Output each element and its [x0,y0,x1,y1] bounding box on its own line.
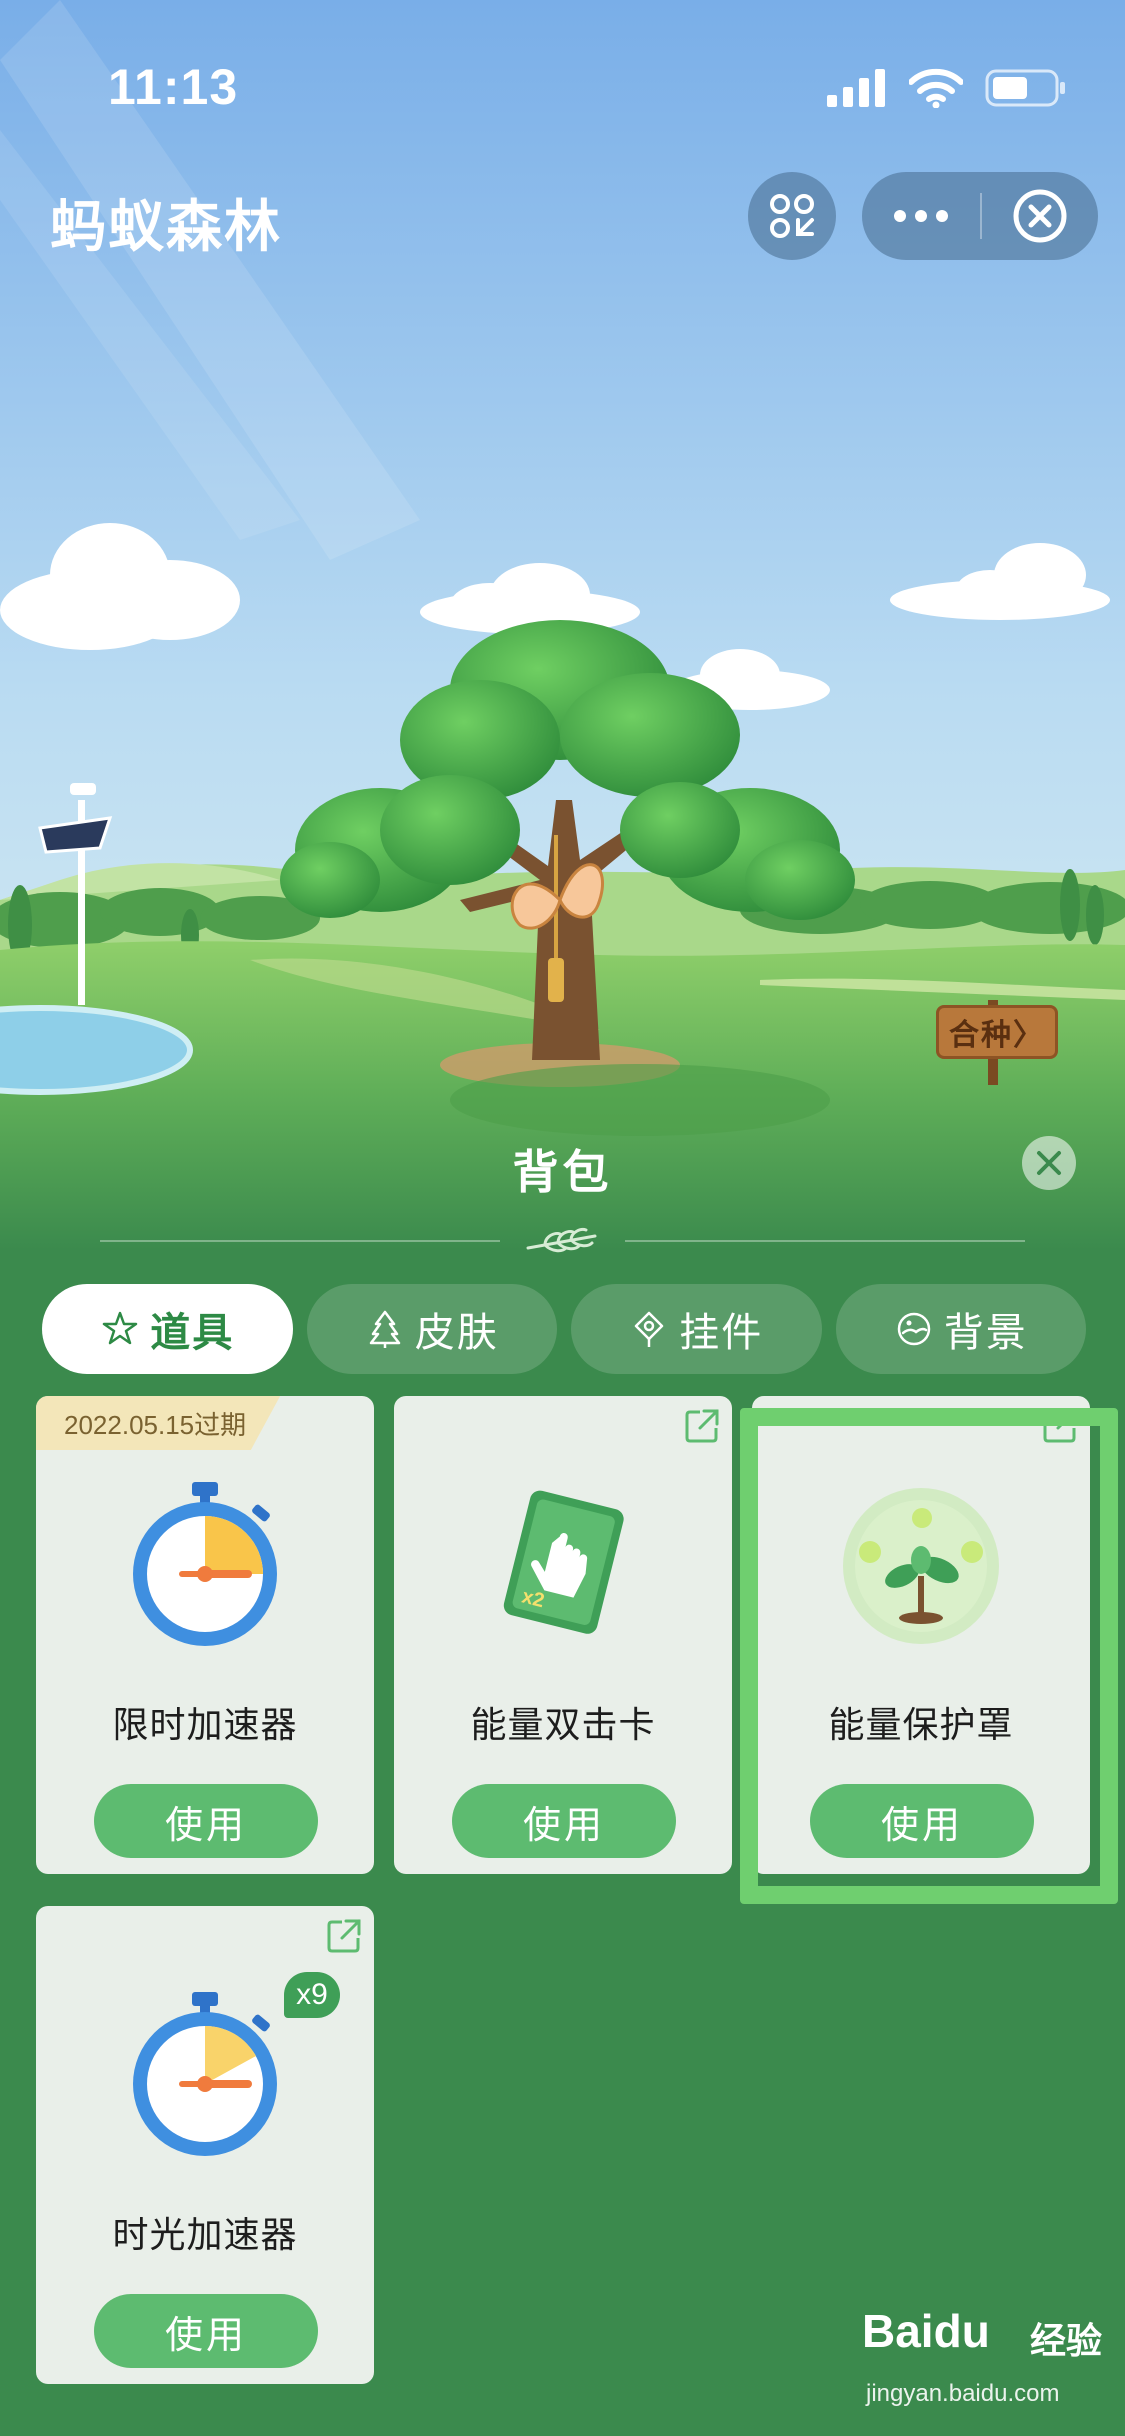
item-card[interactable]: x2 能量双击卡 使用 [394,1396,732,1874]
watermark-brand: Baidu [862,2304,990,2358]
item-name: 时光加速器 [112,2215,298,2256]
item-card[interactable]: x9 时光加速器 使用 [36,1906,374,2384]
status-bar: 11:13 [0,0,1125,150]
item-name: 能量双击卡 [470,1705,656,1746]
baidu-watermark: Baidu 经验 jingyan.baidu.com [862,2304,1102,2414]
item-card[interactable]: 能量保护罩 使用 [752,1396,1090,1874]
battery-icon [985,69,1065,107]
tab-pendants[interactable]: 挂件 [571,1284,822,1374]
watermark-brand-paw: du [933,2305,990,2357]
stopwatch-icon [133,1992,277,2156]
tab-label: 挂件 [679,1310,764,1356]
backpack-tabs: 道具 皮肤 挂件 背景 [42,1284,1086,1374]
status-icons [827,64,1067,112]
landscape-icon [897,1312,930,1346]
use-button[interactable]: 使用 [94,1784,318,1858]
close-mini-program-button[interactable] [982,172,1098,260]
scan-grid-icon [770,194,814,238]
co-plant-sign[interactable]: 合种〉 [936,1005,1058,1059]
tab-props[interactable]: 道具 [42,1284,293,1374]
item-card[interactable]: 2022.05.15过期 限时加速器 使用 [36,1396,374,1874]
count-badge: x9 [284,1972,340,2018]
close-circle-icon [1013,189,1067,243]
tab-skins[interactable]: 皮肤 [306,1284,557,1374]
status-time: 11:13 [108,59,239,115]
tab-backgrounds[interactable]: 背景 [835,1284,1086,1374]
use-button[interactable]: 使用 [94,2294,318,2368]
item-name: 能量保护罩 [828,1705,1014,1746]
co-plant-label: 合种〉 [949,1018,1045,1053]
watermark-brand-text: Bai [862,2305,934,2357]
backpack-title: 背包 [512,1145,613,1199]
energy-shield-icon [843,1488,999,1644]
share-icon[interactable] [682,1406,722,1446]
tab-label: 背景 [943,1310,1028,1356]
more-button[interactable] [862,172,980,260]
backpack-close-button[interactable] [1022,1136,1076,1190]
expire-tag: 2022.05.15过期 [36,1396,281,1450]
pendant-icon [635,1311,664,1347]
stopwatch-icon [133,1482,277,1646]
share-icon[interactable] [1040,1406,1080,1446]
star-icon [103,1311,138,1345]
share-icon[interactable] [324,1916,364,1956]
more-dots-icon [894,210,948,222]
app-title: 蚂蚁森林 [50,195,282,260]
tab-label: 皮肤 [414,1310,499,1356]
tree-icon [369,1310,400,1348]
use-button[interactable]: 使用 [452,1784,676,1858]
use-button[interactable]: 使用 [810,1784,1034,1858]
mini-program-capsule [862,172,1098,260]
watermark-cn: 经验 [1030,2321,1103,2362]
watermark-url: jingyan.baidu.com [866,2380,1060,2407]
wifi-icon [909,68,963,108]
tab-label: 道具 [150,1310,235,1356]
leaf-divider [100,1228,1025,1253]
close-icon [1037,1151,1061,1175]
double-hit-card-icon: x2 [503,1490,624,1634]
item-name: 限时加速器 [112,1705,298,1746]
mini-program-home-button[interactable] [748,172,836,260]
signal-icon [827,69,885,107]
